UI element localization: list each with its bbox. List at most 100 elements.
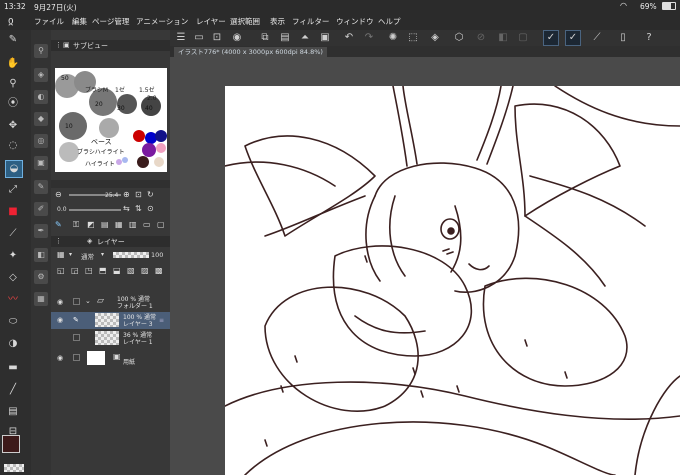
subtool-search2-icon[interactable]: ⚙: [34, 270, 48, 284]
fill-tool-icon[interactable]: ◑: [5, 336, 21, 352]
menu-animation[interactable]: アニメーション: [136, 16, 188, 27]
opacity-bar[interactable]: [113, 252, 149, 258]
gradient-tool-icon[interactable]: ▬: [5, 360, 21, 376]
import-icon[interactable]: ▣: [318, 31, 332, 45]
decoration-tool-icon[interactable]: 〰: [5, 292, 21, 308]
layer-mask2-icon[interactable]: ▨: [141, 266, 149, 275]
layer-copy-icon[interactable]: ⬓: [113, 266, 121, 275]
lock-checkbox[interactable]: [73, 354, 80, 361]
lock-checkbox[interactable]: [73, 334, 80, 341]
zoom-tool-icon[interactable]: ⚲: [5, 76, 21, 92]
menu-edit[interactable]: 編集: [72, 16, 87, 27]
grip-icon[interactable]: ⋮: [55, 41, 62, 49]
opacity-slider[interactable]: [69, 209, 121, 211]
menu-file[interactable]: ファイル: [34, 16, 64, 27]
eye-icon[interactable]: ◉: [57, 354, 63, 362]
transform-icon[interactable]: ⏶: [298, 31, 312, 45]
subtool-ruler-icon[interactable]: ▦: [34, 292, 48, 306]
layer-tab-icon[interactable]: ◈: [87, 237, 92, 245]
device-icon[interactable]: ▯: [616, 31, 630, 45]
lock-checkbox[interactable]: [73, 298, 80, 305]
layer-mask-icon[interactable]: ▥: [129, 220, 137, 229]
fill-icon[interactable]: ◈: [428, 31, 442, 45]
menu-page[interactable]: ページ管理: [92, 16, 129, 27]
subtool-layer-icon[interactable]: ◈: [34, 68, 48, 82]
layer-trash-icon[interactable]: ▢: [157, 220, 165, 229]
menu-view[interactable]: 表示: [270, 16, 285, 27]
subtool-material-icon[interactable]: ◆: [34, 112, 48, 126]
menu-window[interactable]: ウィンドウ: [336, 16, 374, 27]
lasso-icon[interactable]: ⬡: [452, 31, 466, 45]
layer-row-paper[interactable]: ◉ ▣ 用紙: [51, 350, 170, 367]
eraser-tool-icon[interactable]: ◇: [5, 270, 21, 286]
copy-icon[interactable]: ⧉: [258, 31, 272, 45]
subtool-property-icon[interactable]: ✎: [34, 180, 48, 194]
main-color-swatch[interactable]: [2, 435, 20, 453]
menu-help[interactable]: ヘルプ: [378, 16, 401, 27]
layer-mode-arrow-icon[interactable]: ▾: [69, 251, 72, 258]
stroke-icon[interactable]: ⟋: [590, 31, 604, 45]
layer-draft-icon[interactable]: ▦: [115, 220, 123, 229]
subtool-search-icon[interactable]: ⚲: [34, 44, 48, 58]
layer-vector-icon[interactable]: ◲: [71, 266, 79, 275]
flip-h-icon[interactable]: ⇆: [123, 204, 130, 213]
figure-tool-icon[interactable]: ╱: [5, 382, 21, 398]
eye-icon[interactable]: ◉: [57, 316, 63, 324]
layer-menu-icon[interactable]: ≡: [159, 317, 164, 324]
subtool-brush-icon[interactable]: ✐: [34, 202, 48, 216]
brush-tool-icon[interactable]: ⟋: [5, 226, 21, 242]
operation-tool-icon[interactable]: ⦿: [5, 96, 21, 112]
invert-selection-icon[interactable]: ◧: [496, 31, 510, 45]
app-logo-icon[interactable]: ჲ: [8, 14, 14, 27]
paste-icon[interactable]: ▤: [278, 31, 292, 45]
deselect-icon[interactable]: ⊘: [474, 31, 488, 45]
layer-row-folder[interactable]: ◉ ⌄ ▱ 100 % 通常 フォルダー 1: [51, 294, 170, 311]
rotate-icon[interactable]: ↻: [147, 190, 154, 199]
layer-lock-icon[interactable]: ⚿: [73, 220, 79, 230]
zoom-in-icon[interactable]: ⊕: [123, 190, 130, 199]
layer-ref-icon[interactable]: ▤: [101, 220, 109, 229]
help-icon[interactable]: ?: [642, 31, 656, 45]
save-icon[interactable]: ◉: [230, 31, 244, 45]
sparkle-tool-icon[interactable]: ✦: [5, 248, 21, 264]
blend-mode-select[interactable]: 通常: [81, 251, 94, 261]
open-file-icon[interactable]: ⊡: [210, 31, 224, 45]
new-file-icon[interactable]: ▭: [192, 31, 206, 45]
eye-icon[interactable]: ◉: [57, 298, 63, 306]
move-tool-icon[interactable]: ✥: [5, 118, 21, 134]
transparent-color-swatch[interactable]: [4, 464, 24, 472]
flip-v-icon[interactable]: ⇅: [135, 204, 142, 213]
menu-selection[interactable]: 選択範囲: [230, 16, 260, 27]
ruler-snap-icon[interactable]: ✓: [543, 30, 559, 46]
undo-icon[interactable]: ↶: [342, 31, 356, 45]
eyedropper-tool-icon[interactable]: ⤢: [5, 182, 21, 198]
layer-mode-icon[interactable]: ▦: [57, 250, 65, 259]
menu-filter[interactable]: フィルター: [292, 16, 329, 27]
subtool-layer-prop-icon[interactable]: ◧: [34, 248, 48, 262]
reset-icon[interactable]: ⊙: [147, 204, 154, 213]
clear-icon[interactable]: ⬚: [406, 31, 420, 45]
frame-tool-icon[interactable]: ▤: [5, 404, 21, 420]
subtool-history-icon[interactable]: ◐: [34, 90, 48, 104]
navigator-zoom-icon[interactable]: ⊖: [55, 190, 62, 199]
subtool-navigator-icon[interactable]: ▣: [34, 156, 48, 170]
expand-icon[interactable]: ⌄: [85, 297, 91, 305]
layer-ref2-icon[interactable]: ▧: [127, 266, 135, 275]
blend-mode-arrow-icon[interactable]: ▾: [101, 251, 104, 258]
ink-tool-icon[interactable]: ■: [5, 204, 21, 220]
pen-tool-icon[interactable]: ✎: [5, 32, 21, 48]
layer-clip-icon[interactable]: ◩: [87, 220, 95, 229]
menu-layer[interactable]: レイヤー: [196, 16, 226, 27]
subview-tab-icon[interactable]: ▣: [63, 41, 70, 49]
layer-new-icon[interactable]: ◱: [57, 266, 65, 275]
layer-folder-icon[interactable]: ◳: [85, 266, 93, 275]
crop-icon[interactable]: ▢: [516, 31, 530, 45]
layer-grip-icon[interactable]: ⋮: [55, 237, 62, 245]
menu-icon[interactable]: ☰: [174, 31, 188, 45]
layer-pen-icon[interactable]: ✎: [55, 220, 62, 229]
pen-snap-icon[interactable]: ✓: [565, 30, 581, 46]
hand-tool-icon[interactable]: ✋: [5, 56, 21, 72]
lasso-tool-icon[interactable]: ◌: [5, 138, 21, 154]
layer-tab[interactable]: レイヤー: [97, 237, 125, 247]
blend-tool-icon[interactable]: ⬭: [5, 314, 21, 330]
